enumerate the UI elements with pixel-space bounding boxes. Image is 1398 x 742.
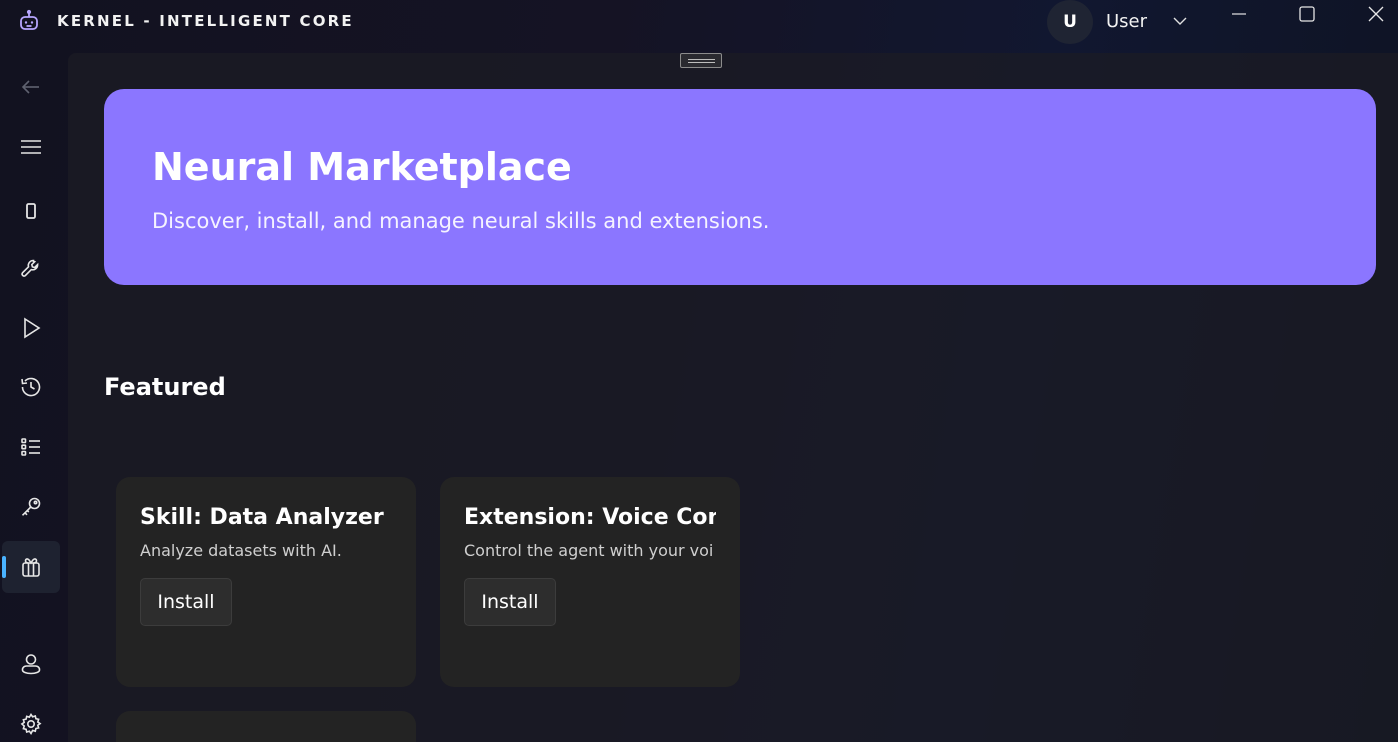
sidebar — [0, 48, 66, 742]
nav-item-account[interactable] — [2, 638, 60, 690]
hero-banner: Neural Marketplace Discover, install, an… — [104, 89, 1376, 285]
drag-handle[interactable] — [680, 53, 722, 68]
key-icon — [21, 497, 41, 516]
menu-icon — [21, 140, 41, 154]
close-button[interactable] — [1366, 4, 1386, 24]
nav-item-run[interactable] — [2, 302, 60, 354]
install-button[interactable]: Install — [464, 578, 556, 626]
active-indicator — [2, 556, 6, 578]
user-name[interactable]: User — [1106, 11, 1147, 32]
card-title: Skill: Data Analyzer — [140, 505, 384, 530]
back-icon — [21, 80, 39, 94]
title-bar[interactable]: KERNEL - INTELLIGENT CORE U User — [0, 0, 1398, 48]
install-button[interactable]: Install — [140, 578, 232, 626]
marketplace-card: Skill: Data Analyzer Analyze datasets wi… — [116, 477, 416, 687]
page-title: Neural Marketplace — [152, 145, 572, 189]
user-avatar[interactable]: U — [1047, 0, 1093, 44]
nav-item-marketplace[interactable] — [2, 541, 60, 593]
chevron-down-icon[interactable] — [1172, 13, 1188, 29]
history-icon — [21, 377, 41, 397]
card-description: Analyze datasets with AI. — [140, 541, 342, 560]
minimize-button[interactable] — [1229, 4, 1249, 24]
gift-icon — [22, 558, 40, 577]
section-title-featured: Featured — [104, 373, 226, 401]
nav-item-history[interactable] — [2, 361, 60, 413]
menu-button[interactable] — [2, 121, 60, 173]
person-icon — [21, 654, 41, 675]
nav-item-settings[interactable] — [2, 698, 60, 742]
app-title: KERNEL - INTELLIGENT CORE — [57, 12, 354, 30]
gear-icon — [20, 713, 42, 736]
wrench-icon — [21, 259, 39, 277]
nav-item-keys[interactable] — [2, 481, 60, 533]
device-icon — [26, 203, 36, 219]
app-window: KERNEL - INTELLIGENT CORE U User Neural … — [0, 0, 1398, 742]
marketplace-card: Extension: Voice Contr Control the agent… — [440, 477, 740, 687]
marketplace-card-partial — [116, 711, 416, 742]
play-icon — [24, 317, 41, 339]
page-subtitle: Discover, install, and manage neural ski… — [152, 209, 770, 233]
main-content: Neural Marketplace Discover, install, an… — [68, 53, 1398, 742]
nav-item-device[interactable] — [2, 185, 60, 237]
card-description: Control the agent with your voi — [464, 541, 714, 560]
back-button[interactable] — [2, 61, 60, 113]
nav-item-tools[interactable] — [2, 242, 60, 294]
card-title: Extension: Voice Contr — [464, 505, 716, 530]
maximize-button[interactable] — [1297, 4, 1317, 24]
nav-item-tasks[interactable] — [2, 421, 60, 473]
task-list-icon — [21, 438, 40, 456]
robot-icon — [20, 9, 38, 30]
